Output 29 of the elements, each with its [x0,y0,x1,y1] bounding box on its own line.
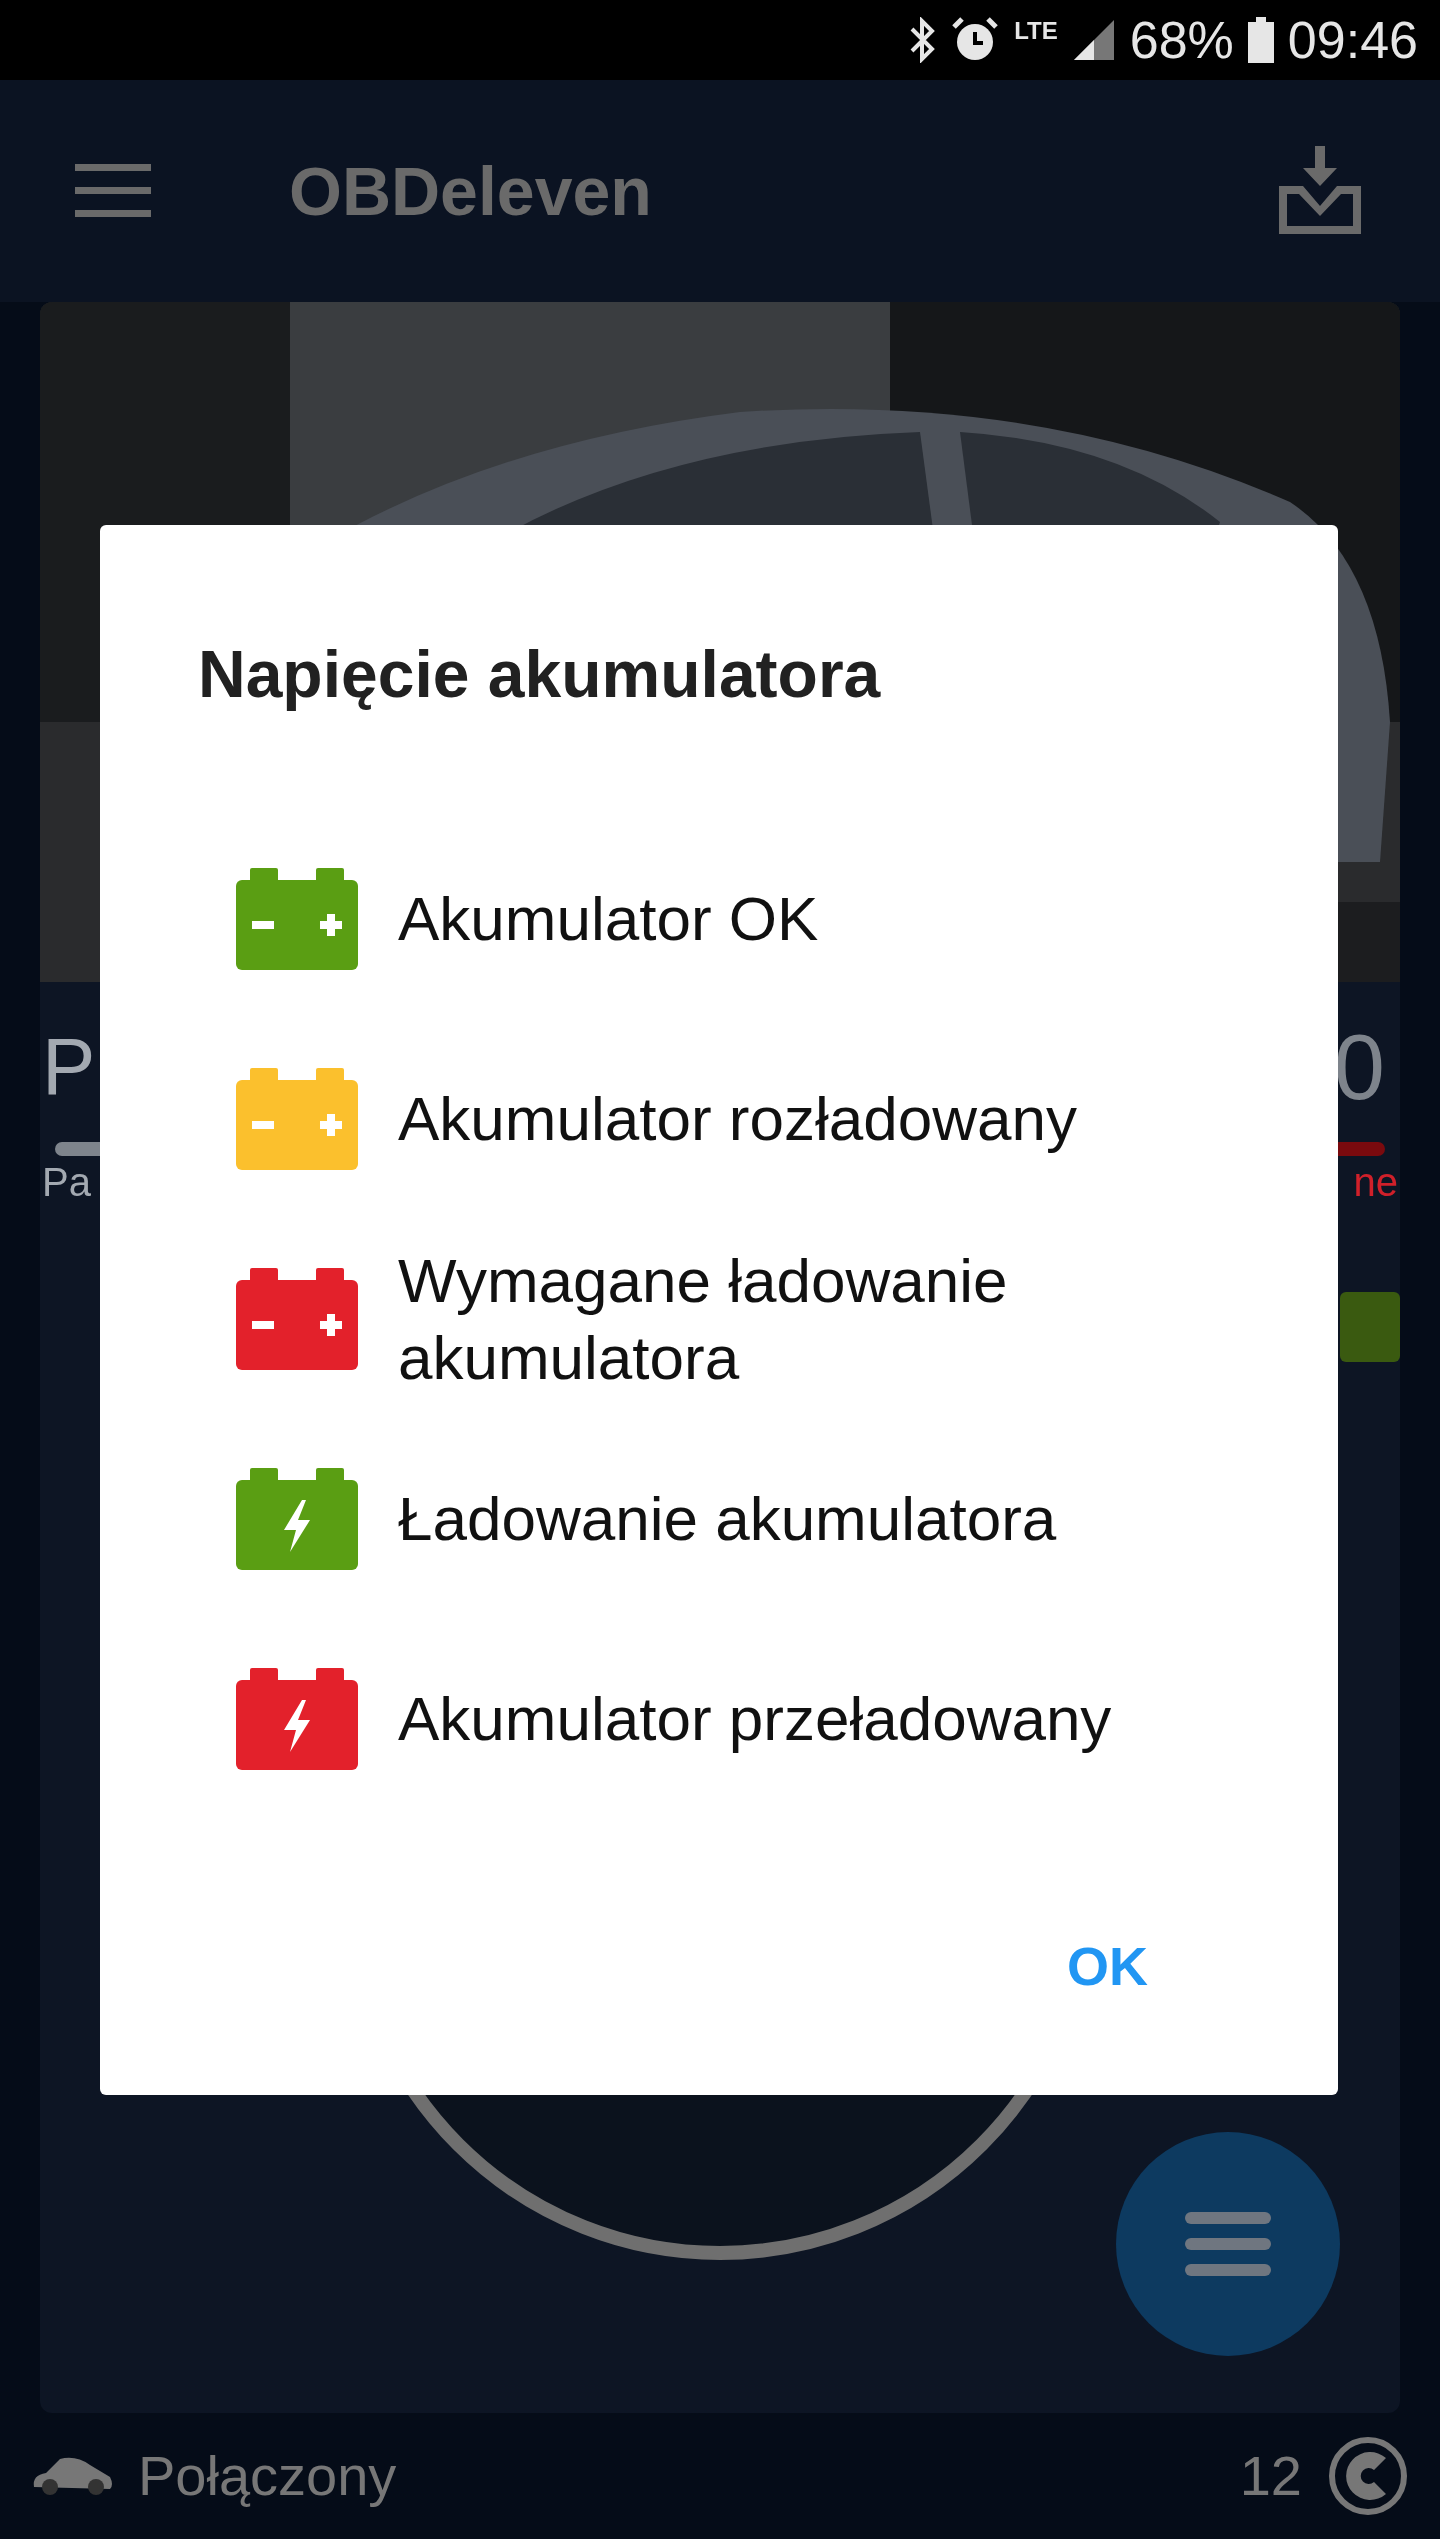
dialog-title: Napięcie akumulatora [198,636,882,713]
battery-icon [236,1668,358,1771]
legend-label: Akumulator przeładowany [398,1683,1113,1756]
menu-icon[interactable] [75,164,151,218]
status-badge [1340,1292,1400,1362]
counter: 12 [1239,2443,1302,2509]
app-title: OBDeleven [289,152,652,231]
menu-icon [1185,2212,1271,2276]
ok-button[interactable]: OK [1057,1918,1158,2015]
gauge-value: P [42,1027,96,1107]
battery-icon [236,868,358,971]
legend-label: Akumulator rozładowany [398,1083,1078,1156]
clock-time: 09:46 [1287,14,1418,66]
legend-label: Ładowanie akumulatora [398,1483,1058,1556]
battery-icon [236,1268,358,1371]
gauge-label: ne [1353,1162,1398,1202]
battery-percentage: 68% [1129,14,1234,66]
connection-status: Połączony [138,2443,397,2509]
battery-status-icon [1247,17,1274,63]
battery-icon [236,1068,358,1171]
battery-icon [236,1468,358,1571]
gauge-label: Pa [42,1162,91,1202]
bluetooth-icon [908,17,937,63]
logo-icon [1328,2436,1408,2516]
network-type: LTE [1014,19,1058,43]
gauge-value: 0 [1333,1021,1385,1113]
car-icon [32,2455,114,2497]
legend-label: Akumulator OK [398,883,820,956]
legend-label: Wymagane ładowanie akumulatora [398,1244,1009,1395]
